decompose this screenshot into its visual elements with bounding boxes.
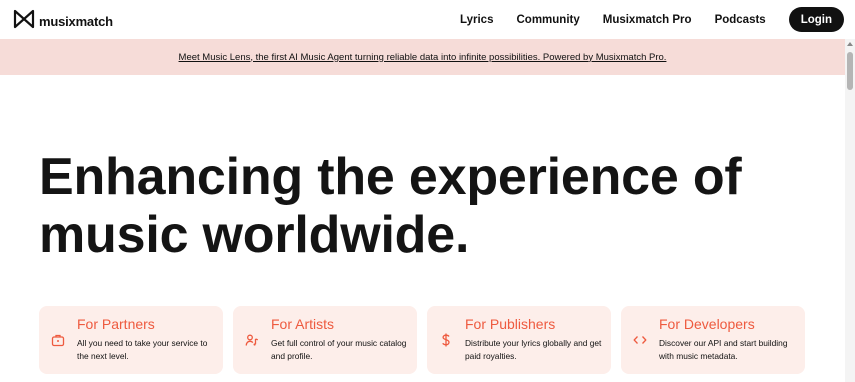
card-title: For Artists (271, 316, 335, 332)
card-partners[interactable]: For Partners All you need to take your s… (39, 306, 223, 374)
dollar-icon (439, 333, 453, 347)
brand-name: musixmatch (39, 14, 113, 29)
audience-cards: For Partners All you need to take your s… (39, 306, 805, 374)
scroll-up-arrow-icon[interactable] (847, 42, 853, 46)
hero-line-2: music worldwide. (39, 206, 470, 264)
nav-links: Lyrics Community Musixmatch Pro Podcasts… (460, 0, 845, 39)
artist-icon (245, 333, 259, 347)
briefcase-icon (51, 333, 65, 347)
card-title: For Developers (659, 316, 755, 332)
navbar: musixmatch Lyrics Community Musixmatch P… (0, 0, 845, 39)
nav-link-musixmatch-pro[interactable]: Musixmatch Pro (603, 14, 692, 26)
nav-link-community[interactable]: Community (516, 14, 579, 26)
logo[interactable]: musixmatch (13, 9, 113, 34)
scrollbar-thumb[interactable] (847, 52, 853, 90)
scrollbar[interactable] (845, 39, 855, 382)
banner-link[interactable]: Meet Music Lens, the first AI Music Agen… (179, 52, 667, 63)
card-publishers[interactable]: For Publishers Distribute your lyrics gl… (427, 306, 611, 374)
card-developers[interactable]: For Developers Discover our API and star… (621, 306, 805, 374)
nav-link-podcasts[interactable]: Podcasts (715, 14, 766, 26)
card-title: For Partners (77, 316, 155, 332)
card-description: Get full control of your music catalog a… (271, 338, 407, 361)
announcement-banner: Meet Music Lens, the first AI Music Agen… (0, 39, 845, 75)
card-description: All you need to take your service to the… (77, 338, 208, 361)
card-description: Distribute your lyrics globally and get … (465, 338, 602, 361)
hero-title: Enhancing the experience of music worldw… (39, 148, 799, 264)
musixmatch-logo-icon (13, 9, 35, 34)
login-button[interactable]: Login (788, 7, 844, 32)
code-icon (633, 333, 647, 347)
card-description: Discover our API and start building with… (659, 338, 788, 361)
nav-link-lyrics[interactable]: Lyrics (460, 14, 493, 26)
card-title: For Publishers (465, 316, 556, 332)
hero-line-1: Enhancing the experience of (39, 148, 742, 206)
card-artists[interactable]: For Artists Get full control of your mus… (233, 306, 417, 374)
